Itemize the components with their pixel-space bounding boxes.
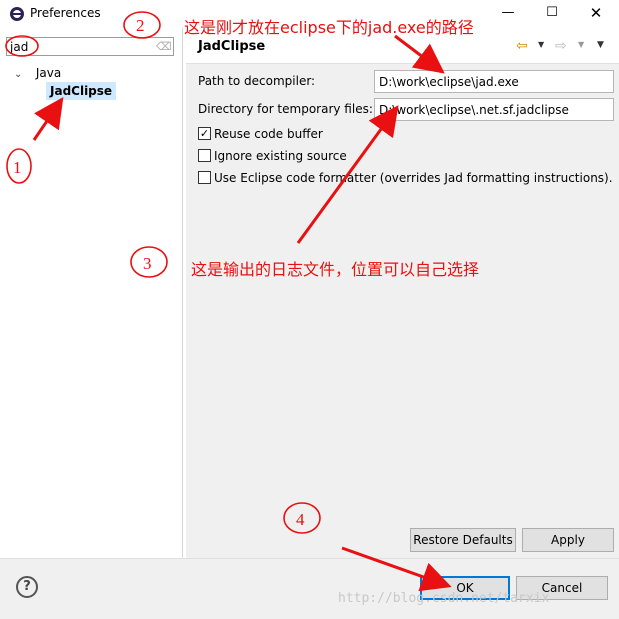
minimize-button[interactable]: — [486, 2, 530, 24]
page-title: JadClipse [198, 39, 266, 54]
tree-item-jadclipse[interactable]: JadClipse [46, 82, 117, 100]
tree-item-label: Java [35, 66, 62, 80]
eclipse-app-icon [10, 7, 24, 21]
checkbox-label: Reuse code buffer [214, 127, 323, 141]
forward-dropdown-icon[interactable]: ▼ [578, 40, 584, 49]
help-icon[interactable]: ? [16, 576, 38, 598]
clear-filter-icon[interactable]: ⌫ [156, 39, 172, 54]
forward-arrow-icon[interactable]: ⇨ [555, 38, 567, 54]
temp-dir-field[interactable] [374, 98, 614, 121]
tree-item-java[interactable]: ⌄ Java [14, 65, 61, 81]
filter-input[interactable] [10, 39, 150, 54]
checkbox-icon[interactable] [198, 149, 211, 162]
ignore-source-checkbox[interactable]: Ignore existing source [198, 149, 347, 165]
decompiler-path-note: 这是刚才放在eclipse下的jad.exe的路径 [184, 18, 474, 37]
decompiler-path-field[interactable] [374, 70, 614, 93]
back-dropdown-icon[interactable]: ▼ [538, 40, 544, 49]
checkbox-label: Use Eclipse code formatter (overrides Ja… [214, 171, 613, 185]
window-title: Preferences [30, 6, 101, 20]
back-arrow-icon[interactable]: ⇦ [516, 38, 528, 54]
filter-box: ⌫ [6, 37, 174, 56]
view-menu-icon[interactable]: ▼ [597, 40, 604, 50]
watermark: http://blog.csdn.net/tarxix [338, 591, 550, 606]
maximize-button[interactable]: ☐ [530, 2, 574, 24]
preference-tree-pane: ⌫ ⌄ Java JadClipse [0, 28, 183, 558]
eclipse-formatter-checkbox[interactable]: Use Eclipse code formatter (overrides Ja… [198, 171, 613, 187]
restore-defaults-button[interactable]: Restore Defaults [410, 528, 516, 552]
temp-dir-label: Directory for temporary files: [198, 102, 373, 116]
decompiler-path-label: Path to decompiler: [198, 74, 316, 88]
close-button[interactable]: ✕ [574, 2, 618, 24]
reuse-buffer-checkbox[interactable]: ✓ Reuse code buffer [198, 127, 323, 143]
checkbox-label: Ignore existing source [214, 149, 347, 163]
checkbox-icon[interactable] [198, 171, 211, 184]
checkbox-checked-icon[interactable]: ✓ [198, 127, 211, 140]
apply-button[interactable]: Apply [522, 528, 614, 552]
log-file-note: 这是输出的日志文件，位置可以自己选择 [191, 260, 480, 279]
chevron-down-icon[interactable]: ⌄ [14, 67, 26, 83]
